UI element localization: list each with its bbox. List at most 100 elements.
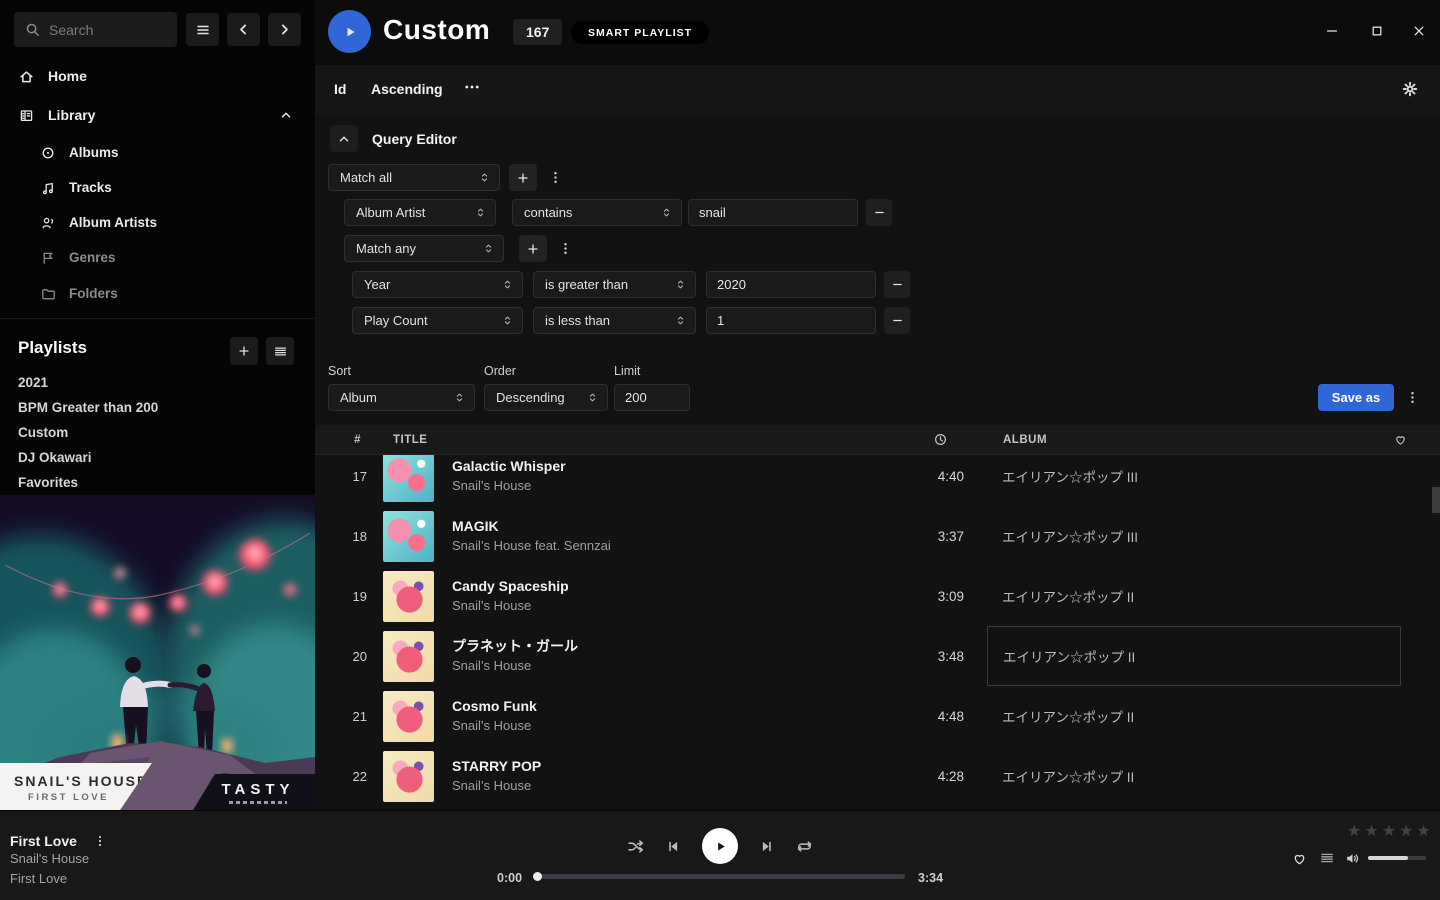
rule-operator-select[interactable]: contains [512, 199, 682, 226]
sidebar-item-album-artists[interactable]: Album Artists [0, 205, 315, 240]
search-input-field[interactable] [40, 22, 177, 38]
now-playing-artist[interactable]: Snail's House [10, 851, 89, 866]
save-as-button[interactable]: Save as [1318, 384, 1394, 411]
now-playing-options-button[interactable] [90, 827, 110, 854]
sort-direction-button[interactable]: Ascending [371, 81, 443, 97]
seek-handle[interactable] [533, 872, 542, 881]
add-playlist-button[interactable] [230, 337, 258, 365]
playlist-list-button[interactable] [266, 337, 294, 365]
track-album[interactable]: エイリアン☆ポップ II [987, 686, 1401, 746]
collapse-library-icon[interactable] [279, 108, 293, 122]
now-playing-album[interactable]: First Love [10, 871, 67, 886]
next-button[interactable] [758, 838, 775, 855]
sidebar-item-tracks[interactable]: Tracks [0, 170, 315, 205]
select-arrows-icon [501, 278, 514, 291]
limit-input[interactable] [614, 384, 690, 411]
volume-slider[interactable] [1368, 856, 1426, 860]
rule-value-field[interactable] [707, 272, 875, 297]
column-duration[interactable] [933, 432, 963, 447]
table-row[interactable]: 22 STARRY POP Snail’s House 4:28 エイリアン☆ポ… [315, 746, 1440, 806]
playlist-item[interactable]: DJ Okawari [0, 445, 315, 470]
menu-icon [195, 22, 211, 38]
match-all-select[interactable]: Match all [328, 164, 500, 191]
album-cover-thumbnail [383, 691, 434, 742]
rule-value-input[interactable] [706, 307, 876, 334]
save-options-button[interactable] [1402, 384, 1422, 411]
back-button[interactable] [227, 13, 260, 46]
playlist-item[interactable]: BPM Greater than 200 [0, 395, 315, 420]
close-button[interactable] [1411, 23, 1427, 39]
order-label: Order [484, 364, 516, 378]
rule-value-input[interactable] [706, 271, 876, 298]
queue-button[interactable] [1319, 850, 1335, 866]
scrollbar-thumb[interactable] [1432, 487, 1440, 513]
remove-rule-button[interactable] [884, 307, 910, 334]
column-title[interactable]: TITLE [393, 434, 933, 446]
sort-field-button[interactable]: Id [334, 81, 346, 97]
track-title: Galactic Whisper [452, 457, 884, 476]
limit-field[interactable] [615, 385, 689, 410]
rule-value-field[interactable] [689, 200, 857, 225]
query-editor-collapse-button[interactable] [330, 125, 358, 152]
playlist-item[interactable]: Custom [0, 420, 315, 445]
search-input[interactable] [14, 12, 177, 47]
genres-icon [40, 250, 56, 266]
maximize-button[interactable] [1369, 23, 1385, 39]
rule-value-field[interactable] [707, 308, 875, 333]
group-options-button[interactable] [545, 164, 565, 191]
kebab-icon [1405, 390, 1420, 405]
rule-field-select[interactable]: Album Artist [344, 199, 496, 226]
table-row[interactable]: 19 Candy Spaceship Snail’s House 3:09 エイ… [315, 566, 1440, 626]
rating-stars[interactable]: ★★★★★ [1347, 821, 1434, 841]
track-album[interactable]: エイリアン☆ポップ III [987, 506, 1401, 566]
settings-button[interactable] [1401, 80, 1419, 98]
play-pause-button[interactable] [702, 828, 738, 864]
track-album[interactable]: エイリアン☆ポップ III [987, 446, 1401, 506]
forward-button[interactable] [268, 13, 301, 46]
group-options-button[interactable] [555, 235, 575, 262]
order-select[interactable]: Descending [484, 384, 608, 411]
rule-value-input[interactable] [688, 199, 858, 226]
favorite-button[interactable] [1291, 850, 1308, 867]
play-playlist-button[interactable] [328, 10, 371, 53]
minimize-button[interactable] [1324, 23, 1340, 39]
seek-bar[interactable] [535, 874, 905, 879]
match-any-select[interactable]: Match any [344, 235, 504, 262]
column-index[interactable]: # [315, 434, 375, 446]
add-rule-button[interactable] [509, 164, 537, 191]
track-album[interactable]: エイリアン☆ポップ II [987, 746, 1401, 806]
column-album[interactable]: ALBUM [963, 434, 1380, 446]
table-row[interactable]: 21 Cosmo Funk Snail’s House 4:48 エイリアン☆ポ… [315, 686, 1440, 746]
rule-field-select[interactable]: Play Count [352, 307, 523, 334]
plus-icon [526, 242, 540, 256]
sidebar-item-library[interactable]: Library [0, 96, 315, 134]
shuffle-button[interactable] [626, 837, 645, 856]
remove-rule-button[interactable] [866, 199, 892, 226]
more-options-button[interactable] [463, 78, 481, 96]
table-row[interactable]: 18 MAGIK Snail’s House feat. Sennzai 3:3… [315, 506, 1440, 566]
previous-button[interactable] [665, 838, 682, 855]
volume-button[interactable] [1344, 850, 1361, 867]
sidebar-item-genres[interactable]: Genres [0, 240, 315, 275]
sidebar-item-albums[interactable]: Albums [0, 135, 315, 170]
playlist-item[interactable]: Favorites [0, 470, 315, 495]
column-favorite[interactable] [1380, 432, 1440, 447]
album-cover-thumbnail [383, 751, 434, 802]
track-album-selected-cell[interactable]: エイリアン☆ポップ II [987, 626, 1401, 686]
remove-rule-button[interactable] [884, 271, 910, 298]
table-row[interactable]: 17 Galactic Whisper Snail’s House 4:40 エ… [315, 446, 1440, 506]
track-album[interactable]: エイリアン☆ポップ II [987, 566, 1401, 626]
sidebar-item-folders[interactable]: Folders [0, 276, 315, 311]
sort-select[interactable]: Album [328, 384, 475, 411]
player-bar: First Love Snail's House First Love 0:00… [0, 810, 1440, 900]
menu-button[interactable] [186, 13, 219, 46]
rule-field-select[interactable]: Year [352, 271, 523, 298]
repeat-button[interactable] [795, 837, 814, 856]
sidebar-item-home[interactable]: Home [0, 57, 315, 95]
add-rule-button[interactable] [519, 235, 547, 262]
table-row[interactable]: 20 プラネット・ガール Snail’s House 3:48 エイリアン☆ポッ… [315, 626, 1440, 686]
playlist-item[interactable]: 2021 [0, 370, 315, 395]
rule-operator-select[interactable]: is less than [533, 307, 696, 334]
select-arrows-icon [586, 391, 599, 404]
rule-operator-select[interactable]: is greater than [533, 271, 696, 298]
